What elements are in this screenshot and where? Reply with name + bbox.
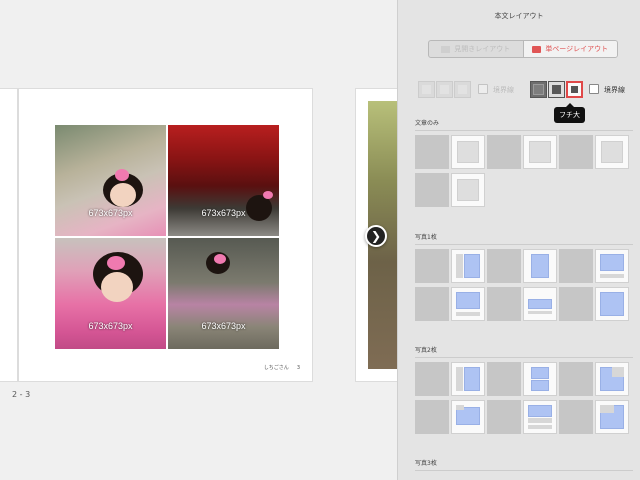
chevron-right-icon[interactable]: ❯ — [365, 225, 387, 247]
photo-size-label: 673x673px — [88, 320, 133, 331]
section-three-photos: 写真3枚 — [415, 458, 633, 475]
single-page-layout-label: 単ページレイアウト — [545, 45, 609, 53]
photo-subject-bow — [214, 254, 226, 264]
single-page-layout-icon — [532, 45, 542, 53]
layout-thumb[interactable] — [487, 287, 521, 321]
layout-thumb[interactable] — [523, 135, 557, 169]
layout-panel: 本文レイアウト 見開きレイアウト 単ページレイアウト 境界線 境界線 フチ大 文… — [397, 0, 640, 480]
photo-subject-bow — [115, 169, 129, 181]
section-title: 文章のみ — [415, 118, 633, 131]
layout-thumb[interactable] — [451, 400, 485, 434]
border-none-swatch-left[interactable] — [418, 81, 435, 98]
spread-layout-button[interactable]: 見開きレイアウト — [429, 41, 523, 57]
layout-mode-toggle: 見開きレイアウト 単ページレイアウト — [428, 40, 618, 58]
photo-subject-bow — [107, 256, 125, 270]
layout-thumb[interactable] — [559, 400, 593, 434]
layout-thumb[interactable] — [595, 287, 629, 321]
photo-subject-bow — [263, 191, 273, 199]
border-line-checkbox[interactable] — [589, 84, 599, 94]
layout-thumb[interactable] — [559, 362, 593, 396]
layout-thumb[interactable] — [523, 287, 557, 321]
photo-slot-4[interactable]: 673x673px — [168, 238, 279, 349]
layout-thumb[interactable] — [559, 135, 593, 169]
border-options-row: 境界線 境界線 — [418, 81, 633, 98]
layout-thumb[interactable] — [559, 249, 593, 283]
photo-slot-3[interactable]: 673x673px — [55, 238, 166, 349]
layout-thumb[interactable] — [415, 400, 449, 434]
page-caption: しちごさん 3 — [256, 364, 300, 371]
photo-subject-face — [110, 183, 136, 207]
section-text-only: 文章のみ — [415, 118, 633, 207]
layout-thumb[interactable] — [595, 400, 629, 434]
layout-thumb[interactable] — [523, 400, 557, 434]
photo-slot-2[interactable]: 673x673px — [168, 125, 279, 236]
border-line-label: 境界線 — [604, 86, 625, 94]
photo-slot-1[interactable]: 673x673px — [55, 125, 166, 236]
layout-thumb[interactable] — [415, 362, 449, 396]
layout-thumb[interactable] — [487, 135, 521, 169]
photo-size-label: 673x673px — [88, 207, 133, 218]
layout-thumb[interactable] — [595, 362, 629, 396]
layout-thumb[interactable] — [595, 135, 629, 169]
layout-thumb[interactable] — [451, 362, 485, 396]
border-small-swatch[interactable] — [548, 81, 565, 98]
layout-thumb[interactable] — [451, 249, 485, 283]
layout-thumb[interactable] — [523, 249, 557, 283]
page-caption-title: しちごさん — [263, 365, 289, 371]
panel-title: 本文レイアウト — [494, 12, 544, 20]
layout-thumb[interactable] — [451, 135, 485, 169]
layout-thumb[interactable] — [415, 287, 449, 321]
section-one-photo: 写真1枚 — [415, 232, 633, 321]
layout-thumb[interactable] — [415, 249, 449, 283]
border-none-swatch[interactable] — [530, 81, 547, 98]
layout-thumb[interactable] — [415, 135, 449, 169]
current-page[interactable]: 673x673px 673x673px 673x673px 673x673px … — [18, 88, 313, 382]
layout-thumb[interactable] — [451, 287, 485, 321]
photo-size-label: 673x673px — [201, 207, 246, 218]
layout-thumb[interactable] — [487, 362, 521, 396]
layout-thumb[interactable] — [595, 249, 629, 283]
border-large-swatch[interactable] — [566, 81, 583, 98]
border-large-swatch-left[interactable] — [454, 81, 471, 98]
border-small-swatch-left[interactable] — [436, 81, 453, 98]
layout-thumb[interactable] — [415, 173, 449, 207]
spread-layout-icon — [441, 45, 451, 53]
layout-thumb[interactable] — [559, 287, 593, 321]
spread-page-label: 2 - 3 — [12, 390, 31, 399]
single-page-layout-button[interactable]: 単ページレイアウト — [522, 41, 617, 57]
section-title: 写真1枚 — [415, 232, 633, 245]
layout-thumb[interactable] — [451, 173, 485, 207]
spread-layout-label: 見開きレイアウト — [454, 45, 511, 53]
border-line-label-left: 境界線 — [493, 86, 514, 94]
layout-thumb[interactable] — [487, 400, 521, 434]
photo-grid: 673x673px 673x673px 673x673px 673x673px — [55, 125, 279, 349]
layout-thumb[interactable] — [523, 362, 557, 396]
section-title: 写真3枚 — [415, 458, 633, 471]
layout-thumb[interactable] — [487, 249, 521, 283]
photo-subject-face — [101, 272, 133, 302]
border-line-checkbox-left[interactable] — [478, 84, 488, 94]
section-two-photos: 写真2枚 — [415, 345, 633, 434]
previous-page — [0, 88, 18, 382]
photo-size-label: 673x673px — [201, 320, 246, 331]
section-title: 写真2枚 — [415, 345, 633, 358]
page-number: 3 — [296, 365, 300, 371]
